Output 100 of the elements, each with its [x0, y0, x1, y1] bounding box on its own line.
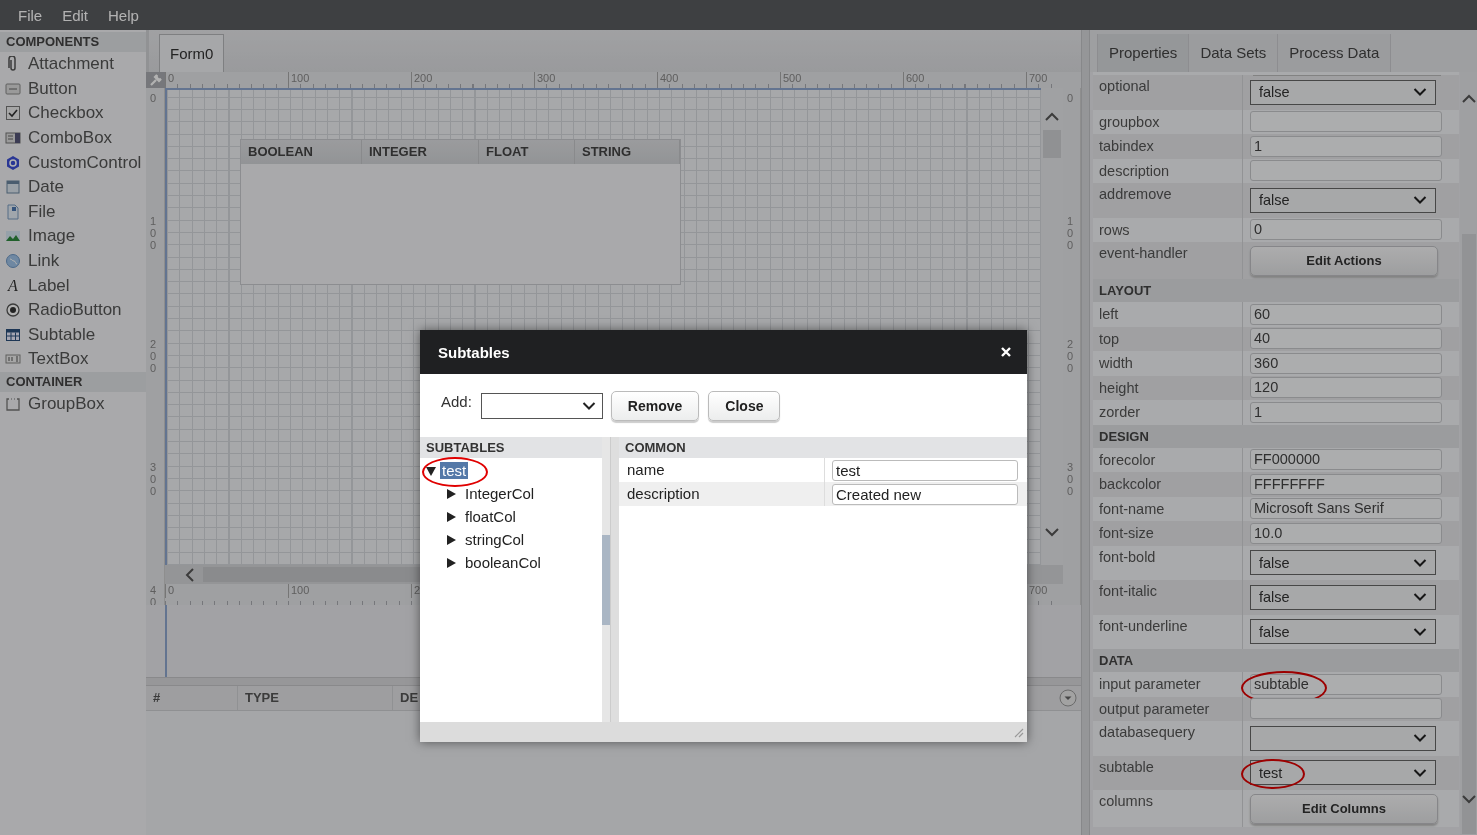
subtable-widget[interactable]: BOOLEAN INTEGER FLOAT STRING — [240, 139, 681, 285]
text-field[interactable]: FFFFFFFF — [1250, 473, 1442, 495]
collapsed-triangle-icon[interactable] — [445, 556, 457, 569]
text-field[interactable]: subtable — [1250, 673, 1442, 695]
ruler-label: 300 — [1067, 461, 1074, 498]
splitter[interactable] — [1081, 30, 1090, 835]
chevron-up-icon[interactable] — [1460, 92, 1477, 104]
close-button[interactable]: Close — [708, 390, 781, 421]
property-label: databasequery — [1093, 721, 1243, 756]
component-item[interactable]: Image — [28, 226, 76, 247]
component-item[interactable]: Attachment — [28, 54, 114, 75]
ruler-label: 100 — [150, 215, 157, 252]
close-icon[interactable] — [1000, 346, 1012, 358]
dropdown-icon[interactable] — [1059, 689, 1077, 707]
edit-button[interactable]: Edit Columns — [1250, 793, 1438, 824]
ruler-label: 300 — [150, 461, 157, 498]
chevron-down-icon[interactable] — [1044, 527, 1060, 539]
chevron-up-icon[interactable] — [1044, 110, 1060, 122]
collapsed-triangle-icon[interactable] — [445, 487, 457, 500]
component-item[interactable]: TextBox — [28, 349, 89, 370]
component-item[interactable]: Checkbox — [28, 103, 104, 124]
text-field[interactable]: 60 — [1250, 303, 1442, 325]
text-field[interactable]: 10.0 — [1250, 522, 1442, 544]
text-field[interactable]: 1 — [1250, 135, 1442, 157]
tree-item[interactable]: floatCol — [463, 508, 518, 525]
ruler-label: 200 — [411, 72, 433, 86]
text-field[interactable]: 0 — [1250, 219, 1442, 241]
component-item[interactable]: Date — [28, 177, 64, 198]
component-item[interactable]: File — [28, 201, 56, 222]
text-field[interactable]: 40 — [1250, 328, 1442, 350]
text-field[interactable]: test — [832, 459, 1018, 481]
ruler-label: 600 — [903, 72, 925, 86]
component-item[interactable]: Subtable — [28, 324, 96, 345]
text-field[interactable] — [1250, 698, 1442, 720]
tree-item[interactable]: IntegerCol — [463, 485, 537, 502]
dialog-title: Subtables — [438, 343, 510, 361]
chevron-down-icon — [1413, 195, 1427, 206]
component-item[interactable]: GroupBox — [28, 394, 105, 414]
component-item[interactable]: Link — [28, 251, 60, 272]
component-item[interactable]: Label — [28, 275, 70, 296]
edit-button[interactable]: Edit Actions — [1250, 245, 1438, 276]
dropdown[interactable] — [1250, 725, 1436, 751]
dropdown[interactable]: false — [1250, 584, 1436, 610]
tree-item[interactable]: test — [440, 462, 469, 479]
vertical-scrollbar[interactable] — [602, 437, 610, 722]
scrollbar-thumb[interactable] — [203, 567, 423, 582]
text-field[interactable]: Created new — [832, 483, 1018, 505]
column-header: FLOAT — [479, 140, 575, 164]
chevron-down-icon — [1413, 557, 1427, 568]
panel-header: COMMON — [619, 437, 1027, 458]
collapsed-triangle-icon[interactable] — [445, 510, 457, 523]
scrollbar-thumb[interactable] — [602, 535, 610, 625]
chevron-down-icon[interactable] — [1460, 794, 1477, 806]
text-field[interactable]: 120 — [1250, 377, 1442, 399]
dropdown[interactable]: test — [1250, 760, 1436, 786]
menu-item[interactable]: File — [18, 6, 43, 24]
ruler-label: 0 — [1067, 92, 1074, 105]
property-label: description — [619, 482, 825, 506]
text-field[interactable] — [1250, 160, 1442, 182]
property-label: font-size — [1093, 521, 1243, 546]
dropdown[interactable]: false — [1250, 619, 1436, 645]
form-tab[interactable]: Form0 — [159, 34, 225, 72]
ruler-label: 100 — [1067, 215, 1074, 252]
expanded-triangle-icon[interactable] — [425, 464, 437, 477]
component-item[interactable]: CustomControl — [28, 152, 142, 173]
ruler-label: 100 — [288, 72, 310, 86]
text-field[interactable]: FF000000 — [1250, 449, 1442, 471]
panel-tab[interactable]: Properties — [1097, 34, 1190, 72]
scrollbar-thumb[interactable] — [1461, 234, 1476, 834]
ruler-label: 700 — [1026, 72, 1048, 86]
tree-item[interactable]: booleanCol — [463, 554, 543, 571]
column-header: INTEGER — [362, 140, 479, 164]
ruler-label: 300 — [534, 72, 556, 86]
text-field[interactable]: Microsoft Sans Serif — [1250, 498, 1442, 520]
groupbox-icon — [5, 396, 21, 412]
dropdown[interactable]: false — [1250, 79, 1436, 105]
combobox-icon — [5, 130, 21, 147]
component-item[interactable]: Button — [28, 78, 78, 99]
property-label: tabindex — [1093, 134, 1243, 159]
remove-button[interactable]: Remove — [610, 390, 700, 421]
property-label: width — [1093, 351, 1243, 376]
component-item[interactable]: ComboBox — [28, 128, 113, 149]
chevron-down-icon — [1413, 87, 1427, 98]
property-label: optional — [1093, 75, 1243, 110]
dropdown[interactable]: false — [1250, 550, 1436, 576]
chevron-left-icon[interactable] — [183, 566, 195, 583]
gear-icon — [5, 154, 21, 171]
menu-item[interactable]: Help — [108, 6, 139, 24]
text-field[interactable]: 360 — [1250, 352, 1442, 374]
tree-item[interactable]: stringCol — [463, 531, 527, 548]
add-dropdown[interactable] — [480, 392, 603, 419]
column-header: BOOLEAN — [241, 140, 362, 164]
text-field[interactable] — [1250, 111, 1442, 133]
menu-item[interactable]: Edit — [62, 6, 89, 24]
dropdown[interactable]: false — [1250, 187, 1436, 213]
chevron-down-icon — [1413, 592, 1427, 603]
text-field[interactable]: 1 — [1250, 401, 1442, 423]
component-item[interactable]: RadioButton — [28, 300, 122, 321]
collapsed-triangle-icon[interactable] — [445, 533, 457, 546]
resize-grip-icon[interactable] — [1012, 726, 1024, 738]
